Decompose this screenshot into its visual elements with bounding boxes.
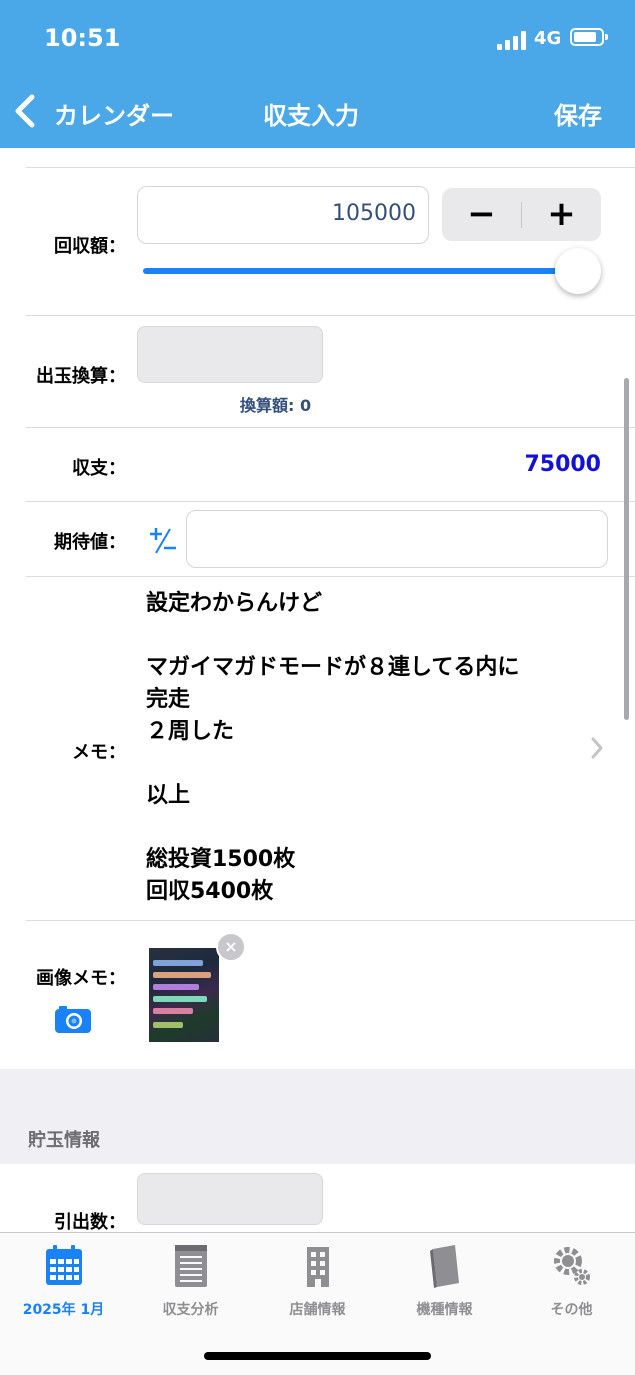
chevron-left-icon[interactable] <box>14 94 36 128</box>
expected-input[interactable] <box>186 510 608 568</box>
decrement-button[interactable]: − <box>442 192 521 236</box>
camera-icon[interactable] <box>54 1004 92 1034</box>
tab-calendar[interactable]: 2025年 1月 <box>0 1243 127 1319</box>
collection-stepper[interactable]: − + <box>442 188 601 241</box>
divider <box>26 920 635 921</box>
navigation-header: 10:51 4G カレンダー 収支入力 保存 <box>0 0 635 148</box>
converted-amount: 換算額: 0 <box>240 396 312 415</box>
tab-label: その他 <box>550 1302 593 1318</box>
increment-button[interactable]: + <box>522 192 601 236</box>
calendar-icon <box>45 1245 82 1285</box>
tab-label: 2025年 1月 <box>22 1302 105 1318</box>
collection-slider-track[interactable] <box>143 268 579 274</box>
collection-value: 105000 <box>332 201 416 226</box>
tab-label: 収支分析 <box>162 1302 219 1318</box>
image-memo-label: 画像メモ： <box>36 968 126 989</box>
memo-text[interactable]: 設定わからんけど マガイマガドモードが８連してる内に 完走 ２周した 以上 総投… <box>146 588 596 908</box>
collection-input[interactable]: 105000 <box>137 186 429 244</box>
notepad-icon <box>174 1245 207 1287</box>
remove-image-button[interactable]: × <box>216 932 246 962</box>
signal-icon <box>497 30 529 50</box>
collection-label: 回収額： <box>54 236 126 257</box>
conversion-label: 出玉換算： <box>36 366 126 387</box>
memo-label: メモ： <box>72 742 126 763</box>
page-title: 収支入力 <box>263 102 359 130</box>
tab-label: 店舗情報 <box>289 1302 346 1318</box>
divider <box>26 315 635 316</box>
divider <box>26 501 635 502</box>
expected-label: 期待値： <box>54 532 126 553</box>
book-icon <box>429 1245 459 1288</box>
chevron-right-icon[interactable] <box>590 736 604 760</box>
balance-value: 75000 <box>524 452 601 477</box>
building-icon <box>306 1247 329 1287</box>
collection-slider-thumb[interactable] <box>555 248 601 294</box>
plus-minus-icon[interactable] <box>148 526 178 556</box>
home-indicator <box>204 1352 431 1360</box>
status-time: 10:51 <box>44 24 121 52</box>
divider <box>26 167 635 168</box>
save-button[interactable]: 保存 <box>554 96 602 131</box>
tab-other[interactable]: その他 <box>508 1243 635 1319</box>
tab-label: 機種情報 <box>416 1302 473 1318</box>
network-type: 4G <box>534 28 562 49</box>
balance-label: 収支： <box>72 458 126 479</box>
back-button[interactable]: カレンダー <box>54 96 174 131</box>
tab-stores[interactable]: 店舗情報 <box>254 1243 381 1319</box>
section-title: 貯玉情報 <box>28 1130 100 1151</box>
battery-icon <box>570 28 608 46</box>
withdraw-input[interactable] <box>137 1173 323 1225</box>
gear-icon <box>553 1247 590 1285</box>
divider <box>26 576 635 577</box>
tab-machines[interactable]: 機種情報 <box>381 1243 508 1319</box>
image-thumbnail[interactable] <box>149 948 219 1042</box>
scroll-indicator <box>624 378 629 720</box>
divider <box>26 427 635 428</box>
conversion-input[interactable] <box>137 326 323 383</box>
withdraw-label: 引出数： <box>54 1212 126 1233</box>
tab-analysis[interactable]: 収支分析 <box>127 1243 254 1319</box>
